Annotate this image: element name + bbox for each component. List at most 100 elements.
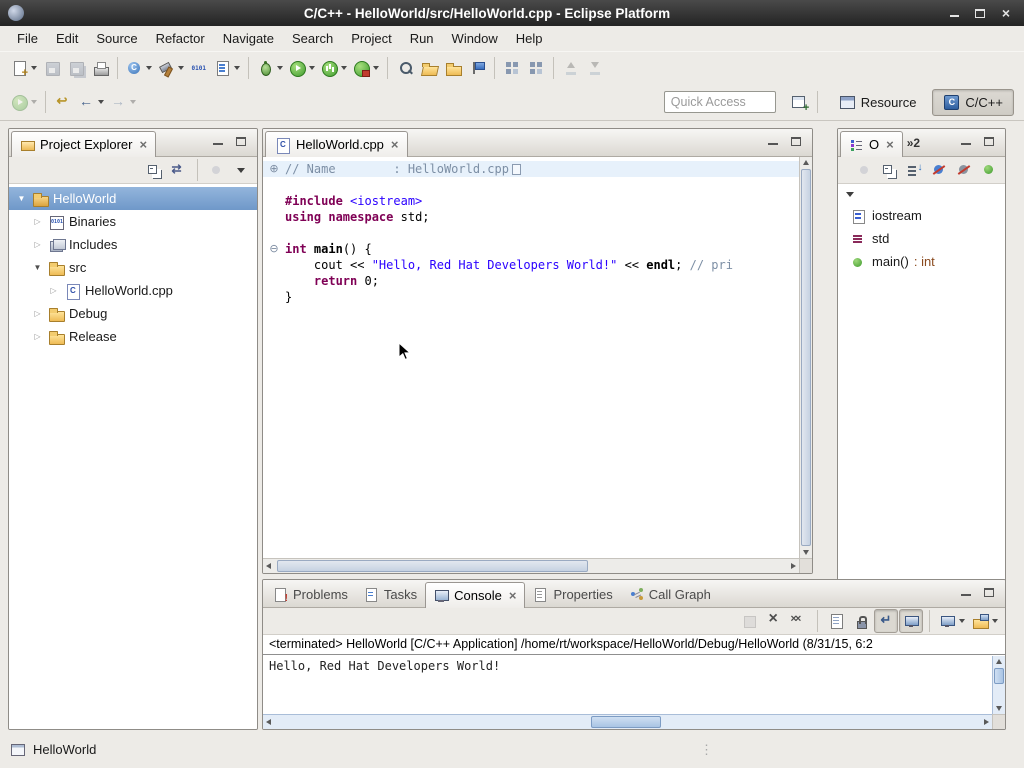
scrollbar-thumb[interactable]	[277, 560, 588, 572]
outline-item-iostream[interactable]: iostream	[838, 204, 1005, 227]
new-cpp-class-button[interactable]	[123, 56, 155, 80]
expand-arrow-icon[interactable]: ▷	[31, 217, 44, 226]
scroll-lock-button[interactable]	[849, 609, 873, 633]
dropdown-arrow-icon[interactable]	[146, 66, 152, 70]
view-maximize-button[interactable]	[787, 134, 805, 149]
show-console-on-output-button[interactable]	[899, 609, 923, 633]
expand-arrow-icon[interactable]: ▷	[31, 309, 44, 318]
editor-horizontal-scrollbar[interactable]	[263, 558, 799, 573]
code-line[interactable]: cout << "Hello, Red Hat Developers World…	[263, 257, 799, 273]
open-perspective-button[interactable]	[788, 90, 812, 114]
close-icon[interactable]: ×	[391, 137, 399, 152]
tab-console[interactable]: Console×	[425, 582, 525, 608]
scrollbar-thumb[interactable]	[591, 716, 661, 728]
code-line[interactable]: return 0;	[263, 273, 799, 289]
outline-tab[interactable]: O ×	[840, 131, 903, 157]
perspective-button-c-cpp[interactable]: C/C++	[932, 89, 1014, 116]
view-minimize-button[interactable]	[764, 134, 782, 149]
menu-window[interactable]: Window	[443, 28, 507, 49]
collapse-arrow-icon[interactable]: ▼	[31, 263, 44, 272]
expand-arrow-icon[interactable]: ▷	[31, 332, 44, 341]
menu-project[interactable]: Project	[342, 28, 400, 49]
build-all-button[interactable]	[155, 56, 187, 80]
menu-edit[interactable]: Edit	[47, 28, 87, 49]
code-editor[interactable]: ⊕// Name : HelloWorld.cpp#include <iostr…	[263, 157, 799, 558]
tab-call-graph[interactable]: Call Graph	[621, 582, 719, 607]
link-with-editor-button[interactable]	[167, 158, 191, 182]
new-button[interactable]	[8, 56, 40, 80]
editor-vertical-scrollbar[interactable]	[799, 157, 812, 558]
tree-item-debug[interactable]: ▷Debug	[9, 302, 257, 325]
scroll-down-icon[interactable]	[803, 550, 809, 555]
fold-collapse-icon[interactable]: ⊖	[263, 241, 285, 257]
external-tools-button[interactable]	[350, 56, 382, 80]
tree-item-includes[interactable]: ▷Includes	[9, 233, 257, 256]
tab-tasks[interactable]: Tasks	[356, 582, 425, 607]
view-maximize-button[interactable]	[232, 134, 250, 149]
clear-console-button[interactable]	[824, 609, 848, 633]
tab-overflow-indicator[interactable]: »2	[907, 136, 920, 150]
view-minimize-button[interactable]	[957, 585, 975, 600]
dropdown-arrow-icon[interactable]	[234, 66, 240, 70]
scrollbar-thumb[interactable]	[994, 668, 1004, 684]
dropdown-arrow-icon[interactable]	[277, 66, 283, 70]
dropdown-arrow-icon[interactable]	[992, 619, 998, 623]
tab-problems[interactable]: Problems	[265, 582, 356, 607]
view-minimize-button[interactable]	[209, 134, 227, 149]
collapse-arrow-icon[interactable]: ▼	[15, 194, 28, 203]
open-project-button[interactable]	[441, 56, 465, 80]
folded-block-indicator[interactable]	[512, 164, 521, 175]
code-line[interactable]: }	[263, 289, 799, 305]
collapse-all-button[interactable]	[142, 158, 166, 182]
tree-item-helloworld-cpp[interactable]: ▷HelloWorld.cpp	[9, 279, 257, 302]
tree-item-binaries[interactable]: ▷Binaries	[9, 210, 257, 233]
window-minimize-button[interactable]	[944, 4, 964, 22]
bookmark-button[interactable]	[465, 56, 489, 80]
search-button[interactable]	[393, 56, 417, 80]
debug-button[interactable]	[254, 56, 286, 80]
close-icon[interactable]: ×	[886, 137, 894, 152]
dropdown-arrow-icon[interactable]	[178, 66, 184, 70]
open-console-button[interactable]	[969, 609, 1001, 633]
close-icon[interactable]: ×	[509, 588, 517, 603]
view-menu-button[interactable]	[229, 158, 253, 182]
scroll-up-icon[interactable]	[803, 160, 809, 165]
window-maximize-button[interactable]	[970, 4, 990, 22]
console-vertical-scrollbar[interactable]	[992, 656, 1005, 714]
fold-expand-icon[interactable]: ⊕	[263, 161, 285, 177]
toggle-split-editor-button[interactable]	[524, 56, 548, 80]
scrollbar-thumb[interactable]	[801, 169, 811, 546]
back-button[interactable]	[75, 90, 107, 114]
tree-item-release[interactable]: ▷Release	[9, 325, 257, 348]
outline-item-main[interactable]: main() : int	[838, 250, 1005, 273]
sort-button[interactable]	[902, 158, 926, 182]
toggle-layout-button[interactable]	[500, 56, 524, 80]
profile-button[interactable]	[318, 56, 350, 80]
tree-item-helloworld[interactable]: ▼HelloWorld	[9, 187, 257, 210]
open-resource-button[interactable]	[417, 56, 441, 80]
project-explorer-tab[interactable]: Project Explorer ×	[11, 131, 156, 157]
dropdown-arrow-icon[interactable]	[98, 100, 104, 104]
console-horizontal-scrollbar[interactable]	[263, 714, 992, 729]
expand-arrow-icon[interactable]: ▷	[31, 240, 44, 249]
dropdown-arrow-icon[interactable]	[373, 66, 379, 70]
remove-launch-button[interactable]	[762, 609, 786, 633]
code-line[interactable]	[263, 177, 799, 193]
outline-item-std[interactable]: std	[838, 227, 1005, 250]
scroll-up-icon[interactable]	[996, 659, 1002, 664]
display-selected-console-button[interactable]	[936, 609, 968, 633]
console-output[interactable]: Hello, Red Hat Developers World!	[263, 656, 992, 714]
run-button[interactable]	[286, 56, 318, 80]
tree-item-src[interactable]: ▼src	[9, 256, 257, 279]
dropdown-arrow-icon[interactable]	[959, 619, 965, 623]
expand-arrow-icon[interactable]: ▷	[47, 286, 60, 295]
menu-source[interactable]: Source	[87, 28, 146, 49]
scroll-down-icon[interactable]	[996, 706, 1002, 711]
editor-tab-helloworld-cpp[interactable]: HelloWorld.cpp ×	[265, 131, 408, 157]
menu-search[interactable]: Search	[283, 28, 342, 49]
word-wrap-button[interactable]	[874, 609, 898, 633]
menu-run[interactable]: Run	[401, 28, 443, 49]
hide-non-public-members-button[interactable]	[977, 158, 1001, 182]
code-line[interactable]: ⊖int main() {	[263, 241, 799, 257]
hide-fields-button[interactable]	[927, 158, 951, 182]
